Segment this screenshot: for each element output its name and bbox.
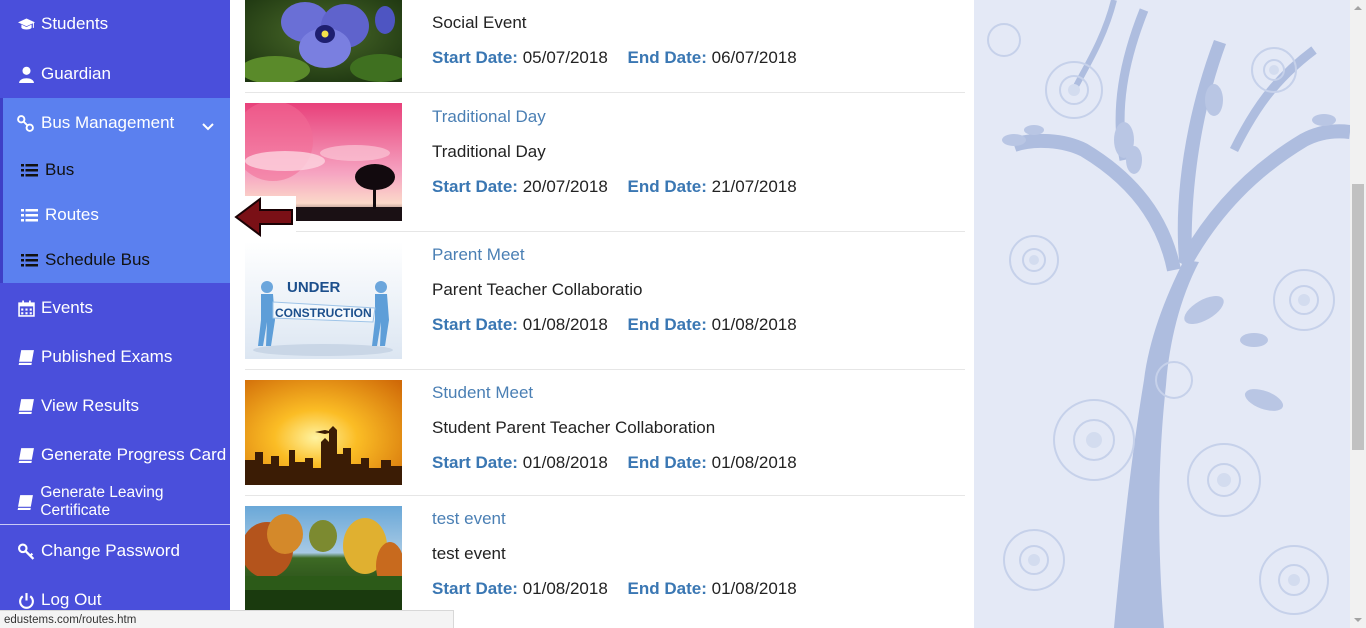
start-date-label: Start Date: [432,48,518,67]
bus-route-icon [17,114,35,132]
start-date-value: 20/07/2018 [522,177,608,196]
sidebar-item-guardian[interactable]: Guardian [0,50,230,98]
sidebar-subitem-label: Routes [45,205,99,224]
event-thumbnail[interactable] [245,0,402,82]
event-description: Parent Teacher Collaboratio [432,280,643,299]
bus-management-group: Bus Management Bus Routes Schedule Bus [0,98,230,283]
sidebar: Students Guardian Bus Management Bus Rou… [0,0,230,628]
end-date-value: 01/08/2018 [711,315,797,334]
start-date-label: Start Date: [432,177,518,196]
end-date-label: End Date: [627,48,707,67]
scroll-up-arrow-icon[interactable] [1350,0,1366,16]
browser-status-bar: edustems.com/routes.htm [0,610,454,628]
sidebar-item-label: Events [41,298,93,317]
event-dates: Start Date: 01/08/2018 End Date: 01/08/2… [432,453,797,473]
user-icon [17,65,35,83]
start-date-label: Start Date: [432,315,518,334]
decorative-floral-background [974,0,1350,628]
event-dates: Start Date: 01/08/2018 End Date: 01/08/2… [432,579,797,599]
event-description: Social Event [432,13,527,32]
divider [245,231,965,232]
divider [245,495,965,496]
sidebar-subitem-schedule-bus[interactable]: Schedule Bus [3,238,230,282]
sidebar-subitem-routes[interactable]: Routes [3,193,230,237]
graduation-cap-icon [17,15,35,33]
start-date-label: Start Date: [432,579,518,598]
power-icon [17,591,35,609]
sidebar-item-view-results[interactable]: View Results [0,382,230,430]
start-date-value: 01/08/2018 [522,315,608,334]
end-date-label: End Date: [627,177,707,196]
scrollbar-thumb[interactable] [1352,184,1364,450]
list-icon [21,163,39,178]
sidebar-subitem-label: Bus [45,160,75,179]
event-description: Traditional Day [432,142,546,161]
event-title-link[interactable]: Parent Meet [432,245,525,265]
sidebar-item-label: Bus Management [41,113,175,132]
start-date-label: Start Date: [432,453,518,472]
sidebar-item-students[interactable]: Students [0,0,230,48]
end-date-value: 21/07/2018 [711,177,797,196]
pointer-arrow-icon [234,196,296,238]
divider [245,92,965,93]
end-date-label: End Date: [627,315,707,334]
book-icon [17,397,35,415]
sidebar-item-label: View Results [41,396,139,415]
end-date-value: 01/08/2018 [711,579,797,598]
event-title-link[interactable]: Student Meet [432,383,533,403]
sidebar-item-label: Guardian [41,64,111,83]
divider [245,369,965,370]
sidebar-item-bus-management[interactable]: Bus Management [3,98,230,148]
sidebar-item-change-password[interactable]: Change Password [0,527,230,575]
event-thumbnail[interactable] [245,506,402,610]
sidebar-item-events[interactable]: Events [0,284,230,332]
event-thumbnail[interactable] [245,380,402,485]
sidebar-subitem-bus[interactable]: Bus [3,148,230,192]
list-icon [21,253,39,268]
sidebar-divider [0,524,230,525]
sidebar-item-label: Change Password [41,541,180,560]
scroll-down-arrow-icon[interactable] [1350,612,1366,628]
events-list: Social Event Start Date: 05/07/2018 End … [230,0,974,628]
event-title-link[interactable]: Traditional Day [432,107,546,127]
sidebar-subitem-label: Schedule Bus [45,250,150,269]
end-date-value: 06/07/2018 [711,48,797,67]
sidebar-item-generate-leaving-certificate[interactable]: Generate Leaving Certificate [0,478,230,526]
event-thumbnail[interactable]: UNDER CONSTRUCTION [245,242,402,359]
thumbnail-text: UNDER [287,279,341,296]
list-icon [21,208,39,223]
sidebar-item-label: Students [41,14,109,33]
event-dates: Start Date: 05/07/2018 End Date: 06/07/2… [432,48,797,68]
start-date-value: 01/08/2018 [522,579,608,598]
book-icon [17,446,35,464]
thumbnail-text: CONSTRUCTION [275,306,372,320]
sidebar-item-label: Log Out [41,590,102,609]
vertical-scrollbar[interactable] [1350,0,1366,628]
start-date-value: 01/08/2018 [522,453,608,472]
sidebar-item-generate-progress-card[interactable]: Generate Progress Card [0,431,230,479]
end-date-value: 01/08/2018 [711,453,797,472]
book-icon [17,493,34,511]
event-description: Student Parent Teacher Collaboration [432,418,716,437]
sidebar-item-label: Published Exams [41,347,173,366]
calendar-icon [17,299,35,317]
book-icon [17,348,35,366]
sidebar-item-label: Generate Progress Card [41,445,227,464]
chevron-down-icon[interactable] [202,116,214,136]
start-date-value: 05/07/2018 [522,48,608,67]
event-dates: Start Date: 01/08/2018 End Date: 01/08/2… [432,315,797,335]
event-dates: Start Date: 20/07/2018 End Date: 21/07/2… [432,177,797,197]
sidebar-item-published-exams[interactable]: Published Exams [0,333,230,381]
sidebar-item-label: Generate Leaving Certificate [40,484,164,519]
end-date-label: End Date: [627,453,707,472]
event-description: test event [432,544,506,563]
key-icon [17,542,35,560]
status-url: edustems.com/routes.htm [4,614,137,626]
end-date-label: End Date: [627,579,707,598]
event-title-link[interactable]: test event [432,509,506,529]
